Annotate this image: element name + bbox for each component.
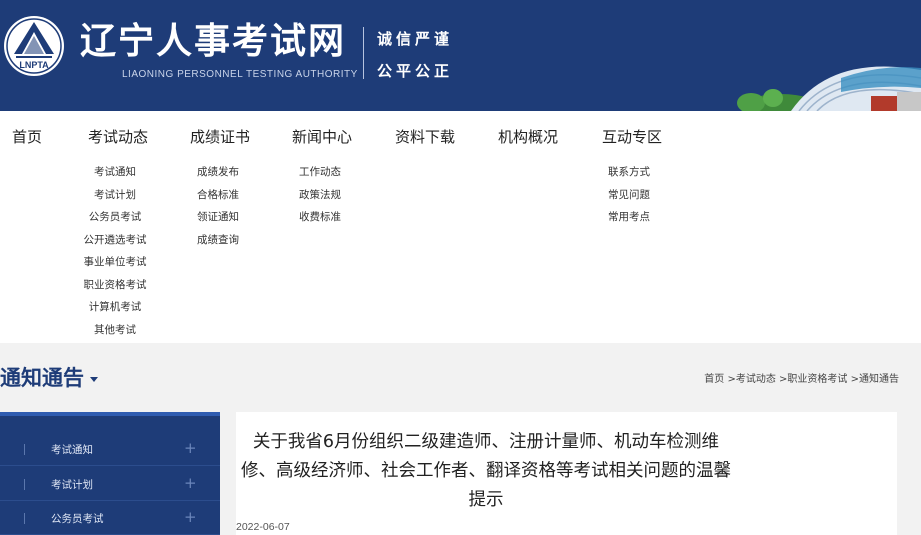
- breadcrumb-notices[interactable]: >通知通告: [851, 374, 899, 385]
- nav-scores-certificates[interactable]: 成绩证书: [190, 126, 250, 147]
- breadcrumb: 首页 >考试动态 >职业资格考试 >通知通告: [704, 370, 899, 385]
- submenu-item[interactable]: 收费标准: [260, 209, 380, 232]
- sidebar-item-civil-service[interactable]: 公务员考试 +: [0, 501, 220, 535]
- submenu-item[interactable]: 联系方式: [569, 164, 689, 187]
- breadcrumb-home[interactable]: 首页: [704, 374, 724, 385]
- site-title[interactable]: 辽宁人事考试网: [80, 20, 346, 64]
- nav-interaction[interactable]: 互动专区: [602, 126, 662, 147]
- submenu-exam-news: 考试通知 考试计划 公务员考试 公开遴选考试 事业单位考试 职业资格考试 计算机…: [55, 164, 175, 344]
- sidebar-item-label: 公务员考试: [51, 513, 104, 525]
- caret-down-icon[interactable]: [90, 376, 98, 382]
- submenu-item[interactable]: 工作动态: [260, 164, 380, 187]
- sidebar-item-exam-notice[interactable]: 考试通知 +: [0, 432, 220, 466]
- page: LNPTA 辽宁人事考试网 LIAONING PERSONNEL TESTING…: [0, 0, 921, 535]
- main-nav: 首页 考试动态 成绩证书 新闻中心 资料下载 机构概况 互动专区 考试通知 考试…: [0, 111, 921, 343]
- submenu-item[interactable]: 政策法规: [260, 187, 380, 210]
- sidebar-item-marker: [24, 479, 25, 490]
- plus-icon[interactable]: +: [184, 508, 197, 526]
- site-subtitle: LIAONING PERSONNEL TESTING AUTHORITY: [122, 69, 358, 80]
- submenu-item[interactable]: 公开遴选考试: [55, 232, 175, 255]
- lnpta-logo-icon[interactable]: LNPTA: [2, 14, 66, 78]
- submenu-item[interactable]: 事业单位考试: [55, 254, 175, 277]
- sidebar-item-label: 考试计划: [51, 479, 93, 491]
- submenu-item[interactable]: 其他考试: [55, 322, 175, 345]
- nav-downloads[interactable]: 资料下载: [395, 126, 455, 147]
- submenu-item[interactable]: 考试通知: [55, 164, 175, 187]
- header-banner: LNPTA 辽宁人事考试网 LIAONING PERSONNEL TESTING…: [0, 0, 921, 111]
- header-divider: [363, 27, 364, 79]
- submenu-item[interactable]: 职业资格考试: [55, 277, 175, 300]
- nav-news-center[interactable]: 新闻中心: [292, 126, 352, 147]
- motto-line-1: 诚信严谨: [377, 30, 454, 48]
- submenu-item[interactable]: 公务员考试: [55, 209, 175, 232]
- nav-about[interactable]: 机构概况: [498, 126, 558, 147]
- stadium-illustration-icon: [737, 66, 921, 111]
- article-title: 关于我省6月份组织二级建造师、注册计量师、机动车检测维修、高级经济师、社会工作者…: [241, 432, 731, 510]
- motto-line-2: 公平公正: [377, 62, 454, 80]
- submenu-interaction: 联系方式 常见问题 常用考点: [569, 164, 689, 232]
- article-date: 2022-06-07: [236, 521, 290, 533]
- article-panel: 关于我省6月份组织二级建造师、注册计量师、机动车检测维修、高级经济师、社会工作者…: [236, 412, 897, 535]
- sidebar-item-exam-plan[interactable]: 考试计划 +: [0, 467, 220, 501]
- nav-exam-news[interactable]: 考试动态: [88, 126, 148, 147]
- submenu-item[interactable]: 计算机考试: [55, 299, 175, 322]
- submenu-item[interactable]: 常见问题: [569, 187, 689, 210]
- sidebar-item-marker: [24, 444, 25, 455]
- submenu-item[interactable]: 常用考点: [569, 209, 689, 232]
- submenu-item[interactable]: 考试计划: [55, 187, 175, 210]
- breadcrumb-professional-exam[interactable]: >职业资格考试: [779, 374, 847, 385]
- logo-text: LNPTA: [19, 60, 49, 70]
- plus-icon[interactable]: +: [184, 474, 197, 492]
- section-title[interactable]: 通知通告: [0, 362, 98, 392]
- sidebar: 考试通知 + 考试计划 + 公务员考试 +: [0, 412, 220, 535]
- submenu-news: 工作动态 政策法规 收费标准: [260, 164, 380, 232]
- section-title-text: 通知通告: [0, 366, 84, 390]
- submenu-item[interactable]: 成绩查询: [158, 232, 278, 255]
- sidebar-item-label: 考试通知: [51, 444, 93, 456]
- nav-home[interactable]: 首页: [12, 126, 42, 147]
- breadcrumb-exam-news[interactable]: >考试动态: [727, 374, 775, 385]
- plus-icon[interactable]: +: [184, 439, 197, 457]
- sidebar-item-marker: [24, 513, 25, 524]
